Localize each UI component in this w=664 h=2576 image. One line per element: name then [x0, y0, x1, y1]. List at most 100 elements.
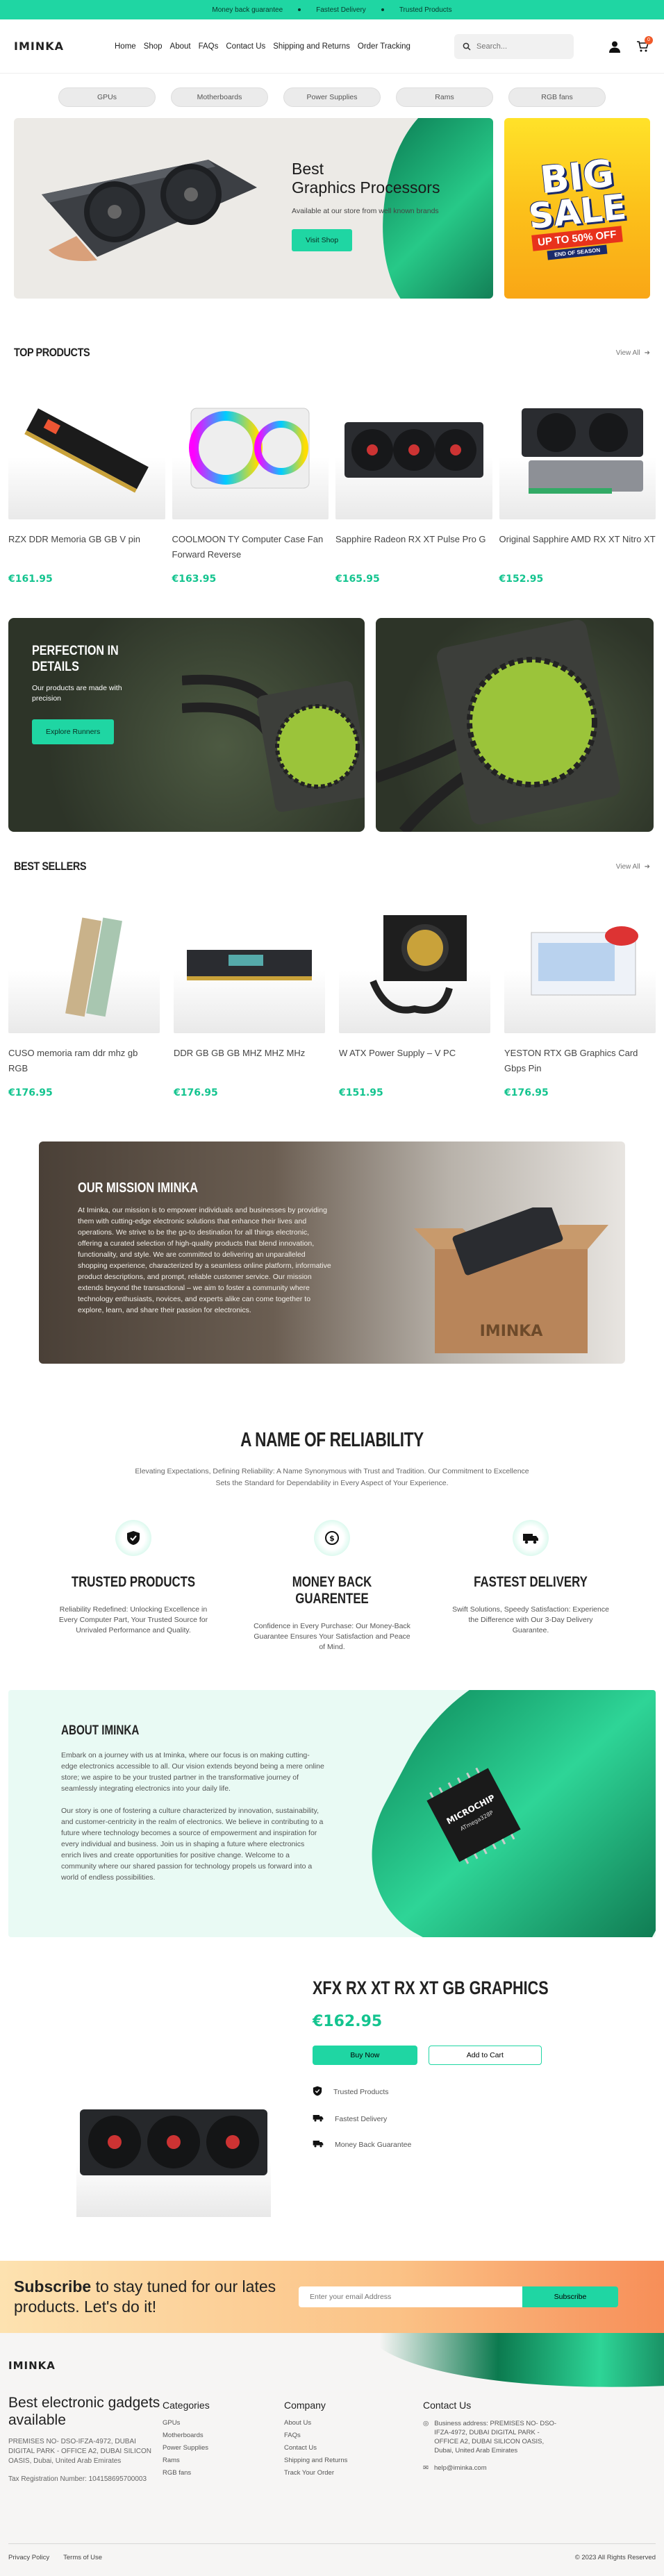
product-price: €176.95	[174, 1087, 218, 1098]
nav-shipping[interactable]: Shipping and Returns	[273, 42, 350, 51]
site-header: IMINKA Home Shop About FAQs Contact Us S…	[0, 19, 664, 74]
featured-product-section: XFX RX XT RX XT GB GRAPHICS €162.95 Buy …	[0, 1977, 664, 2227]
footer-logo[interactable]: IMINKA	[8, 2333, 656, 2372]
footer-link[interactable]: GPUs	[163, 2419, 284, 2427]
promo-copy: PERFECTION IN DETAILS Our products are ma…	[32, 643, 143, 744]
product-image-gpu	[499, 380, 656, 519]
top-products-title: TOP PRODUCTS	[14, 346, 90, 359]
feature-title: FASTEST DELIVERY	[474, 1574, 588, 1590]
footer-link[interactable]: Motherboards	[163, 2432, 284, 2439]
category-gpus[interactable]: GPUs	[58, 87, 156, 107]
footer-company: Company About Us FAQs Contact Us Shippin…	[284, 2394, 423, 2484]
top-products-view-all[interactable]: View All ➜	[616, 349, 650, 357]
featured-product-price: €162.95	[313, 2013, 383, 2030]
money-back-icon	[313, 2139, 324, 2150]
search-input[interactable]	[476, 42, 560, 51]
promo-title: PERFECTION IN DETAILS	[32, 644, 119, 674]
reliability-section: A NAME OF RELIABILITY Elevating Expectat…	[0, 1429, 664, 1653]
product-image-ram	[174, 894, 325, 1033]
category-rgb-fans[interactable]: RGB fans	[508, 87, 606, 107]
product-name[interactable]: Original Sapphire AMD RX XT Nitro XT	[499, 532, 656, 562]
footer-link[interactable]: FAQs	[284, 2432, 423, 2439]
cooler-image	[182, 674, 365, 812]
footer-link[interactable]: About Us	[284, 2419, 423, 2427]
product-card[interactable]: COOLMOON TY Computer Case Fan Forward Re…	[172, 380, 329, 585]
mission-title: OUR MISSION IMINKA	[78, 1180, 199, 1196]
product-card[interactable]: W ATX Power Supply – V PC €151.95	[339, 894, 490, 1098]
footer-link[interactable]: Shipping and Returns	[284, 2457, 423, 2464]
announcement-item: Fastest Delivery	[316, 6, 366, 14]
subscribe-button[interactable]: Subscribe	[522, 2286, 618, 2307]
nav-contact[interactable]: Contact Us	[226, 42, 265, 51]
footer-categories-title: Categories	[163, 2400, 210, 2411]
nav-order-tracking[interactable]: Order Tracking	[358, 42, 410, 51]
promo-banner-left: PERFECTION IN DETAILS Our products are ma…	[8, 618, 365, 832]
reliability-subtitle: Elevating Expectations, Defining Reliabi…	[135, 1467, 529, 1487]
separator-dot	[381, 8, 384, 11]
hero-section: Best Graphics Processors Available at our…	[0, 118, 664, 299]
footer-link[interactable]: Power Supplies	[163, 2444, 284, 2452]
category-power-supplies[interactable]: Power Supplies	[283, 87, 381, 107]
product-card[interactable]: CUSO memoria ram ddr mhz gb RGB €176.95	[8, 894, 160, 1098]
product-name[interactable]: DDR GB GB GB MHZ MHZ MHz	[174, 1046, 325, 1076]
product-card[interactable]: DDR GB GB GB MHZ MHZ MHz €176.95	[174, 894, 325, 1098]
site-footer: IMINKA Best electronic gadgets available…	[0, 2333, 664, 2576]
subscribe-form: Subscribe	[299, 2286, 618, 2307]
product-image-ram	[8, 894, 160, 1033]
about-section: MICROCHIP ATmega328P ABOUT IMINKA Embark …	[8, 1690, 656, 1937]
perk-trusted: Trusted Products	[313, 2086, 542, 2098]
product-name[interactable]: COOLMOON TY Computer Case Fan Forward Re…	[172, 532, 329, 562]
visit-shop-button[interactable]: Visit Shop	[292, 229, 353, 251]
footer-link[interactable]: Track Your Order	[284, 2469, 423, 2477]
hero-subtitle: Available at our store from well known b…	[292, 207, 439, 215]
footer-link[interactable]: Rams	[163, 2457, 284, 2464]
product-name[interactable]: CUSO memoria ram ddr mhz gb RGB	[8, 1046, 160, 1076]
category-rams[interactable]: Rams	[396, 87, 493, 107]
product-price: €176.95	[504, 1087, 549, 1098]
terms-of-use-link[interactable]: Terms of Use	[63, 2554, 102, 2561]
account-icon[interactable]	[607, 39, 622, 54]
site-logo[interactable]: IMINKA	[14, 40, 115, 53]
cart-count-badge: 0	[645, 35, 653, 44]
product-card[interactable]: RZX DDR Memoria GB GB V pin €161.95	[8, 380, 165, 585]
nav-about[interactable]: About	[170, 42, 191, 51]
product-name[interactable]: W ATX Power Supply – V PC	[339, 1046, 490, 1076]
buy-now-button[interactable]: Buy Now	[313, 2046, 417, 2065]
top-products-grid: RZX DDR Memoria GB GB V pin €161.95 COOL…	[0, 380, 664, 585]
nav-shop[interactable]: Shop	[144, 42, 163, 51]
footer-link[interactable]: Contact Us	[284, 2444, 423, 2452]
featured-product-actions: Buy Now Add to Cart	[313, 2046, 542, 2065]
nav-home[interactable]: Home	[115, 42, 136, 51]
featured-product-info: XFX RX XT RX XT GB GRAPHICS €162.95 Buy …	[313, 1977, 549, 2150]
privacy-policy-link[interactable]: Privacy Policy	[8, 2554, 49, 2561]
product-card[interactable]: YESTON RTX GB Graphics Card Gbps Pin €17…	[504, 894, 656, 1098]
cart-icon[interactable]: 0	[635, 35, 653, 54]
search-box	[454, 33, 574, 59]
product-card[interactable]: Sapphire Radeon RX XT Pulse Pro G €165.9…	[335, 380, 492, 585]
nav-faqs[interactable]: FAQs	[199, 42, 219, 51]
truck-icon	[513, 1520, 549, 1556]
big-sale-banner[interactable]: BIG SALE UP TO 50% OFF END OF SEASON	[504, 118, 650, 299]
product-price: €161.95	[8, 574, 53, 585]
footer-contact-email[interactable]: ✉ help@iminka.com	[423, 2464, 562, 2473]
best-sellers-title: BEST SELLERS	[14, 860, 87, 873]
best-sellers-view-all[interactable]: View All ➜	[616, 863, 650, 871]
mission-box-image: IMINKA	[414, 1207, 608, 1353]
add-to-cart-button[interactable]: Add to Cart	[428, 2046, 542, 2065]
product-image-psu	[339, 894, 490, 1033]
email-field[interactable]	[299, 2286, 522, 2307]
category-pills: GPUs Motherboards Power Supplies Rams RG…	[0, 74, 664, 118]
feature-title: TRUSTED PRODUCTS	[71, 1574, 196, 1590]
product-price: €163.95	[172, 574, 217, 585]
explore-runners-button[interactable]: Explore Runners	[32, 719, 115, 744]
product-name[interactable]: Sapphire Radeon RX XT Pulse Pro G	[335, 532, 492, 562]
category-motherboards[interactable]: Motherboards	[171, 87, 268, 107]
product-card[interactable]: Original Sapphire AMD RX XT Nitro XT €15…	[499, 380, 656, 585]
product-name[interactable]: YESTON RTX GB Graphics Card Gbps Pin	[504, 1046, 656, 1076]
product-price: €165.95	[335, 574, 380, 585]
microchip-image: MICROCHIPATmega328P	[426, 1767, 521, 1864]
product-name[interactable]: RZX DDR Memoria GB GB V pin	[8, 532, 165, 562]
about-copy: ABOUT IMINKA Embark on a journey with us…	[61, 1723, 325, 1883]
best-sellers-grid: CUSO memoria ram ddr mhz gb RGB €176.95 …	[0, 894, 664, 1098]
footer-link[interactable]: RGB fans	[163, 2469, 284, 2477]
